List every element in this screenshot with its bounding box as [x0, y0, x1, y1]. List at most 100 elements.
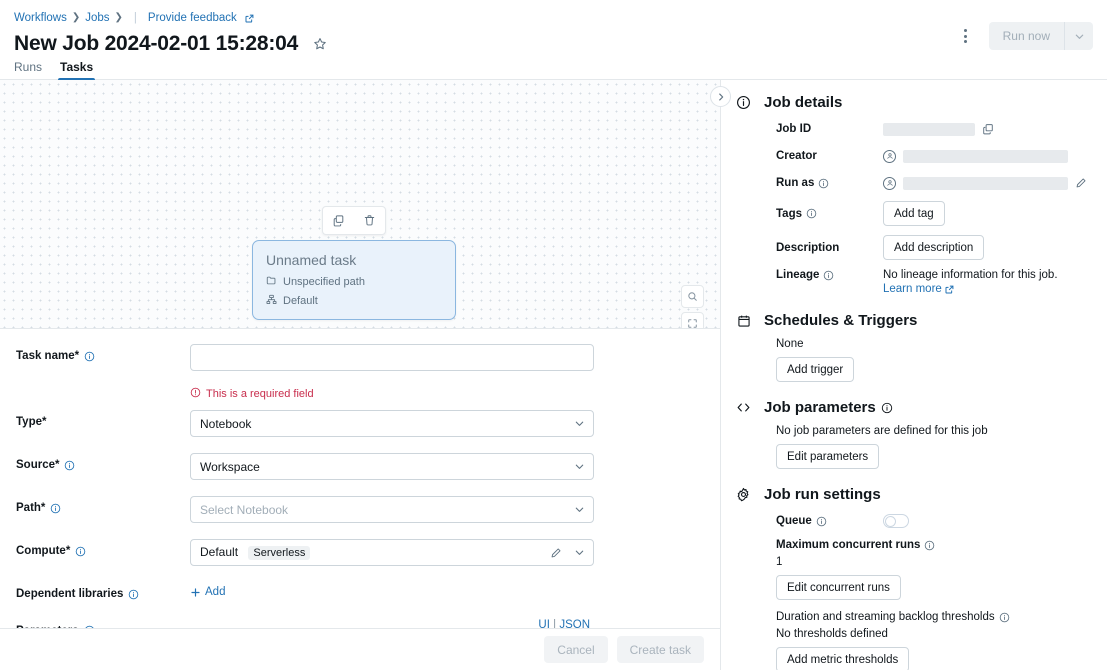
more-vertical-icon[interactable] [953, 23, 979, 49]
info-icon[interactable] [924, 540, 935, 551]
create-task-button[interactable]: Create task [616, 636, 704, 663]
compute-badge: Serverless [248, 546, 311, 561]
run-settings-title: Job run settings [764, 486, 881, 504]
type-label: Type* [16, 416, 47, 429]
compute-value: Default [200, 545, 239, 560]
tab-tasks[interactable]: Tasks [58, 60, 96, 81]
info-icon[interactable] [823, 270, 834, 281]
queue-value [883, 514, 1091, 529]
add-description-button[interactable]: Add description [883, 235, 985, 261]
info-icon[interactable] [881, 402, 893, 414]
trash-icon[interactable] [359, 210, 381, 232]
task-name-error-text: This is a required field [206, 388, 314, 401]
field-compute: Compute* Default Serverless [0, 539, 720, 567]
add-metric-thresholds-button[interactable]: Add metric thresholds [776, 647, 910, 670]
compute-select[interactable]: Default Serverless [190, 539, 594, 567]
breadcrumb-jobs[interactable]: Jobs [85, 12, 109, 24]
run-as-label: Run as [776, 177, 883, 189]
info-icon[interactable] [999, 612, 1010, 623]
edit-parameters-button[interactable]: Edit parameters [776, 444, 880, 470]
parameters-toggle-separator: | [553, 618, 557, 628]
task-form: Task name* This is a required field Type… [0, 329, 720, 628]
info-icon[interactable] [50, 503, 61, 514]
parameters-json-tab[interactable]: JSON [559, 619, 590, 628]
parameters-label: Parameters [16, 619, 190, 628]
section-job-details: Job details Job ID Creator Run as Tags A… [735, 94, 1091, 295]
parameters-view-toggle: UI | JSON [538, 619, 590, 628]
schedules-body: None Add trigger [735, 338, 1091, 383]
task-card-title: Unnamed task [266, 252, 357, 269]
schedules-title: Schedules & Triggers [764, 312, 918, 330]
info-icon[interactable] [816, 516, 827, 527]
job-parameters-body: No job parameters are defined for this j… [735, 425, 1091, 470]
source-select[interactable]: Workspace [190, 453, 594, 481]
path-placeholder: Select Notebook [200, 502, 289, 517]
info-icon[interactable] [84, 351, 95, 362]
cluster-icon [266, 294, 277, 308]
info-icon[interactable] [64, 460, 75, 471]
duplicate-icon[interactable] [328, 210, 350, 232]
external-link-icon [945, 285, 954, 294]
page-body: Unnamed task Unspecified path Default Ta… [0, 80, 1107, 670]
fit-screen-icon[interactable] [681, 312, 704, 329]
parameters-ui-tab[interactable]: UI [538, 619, 550, 628]
job-parameters-title: Job parameters [764, 399, 893, 416]
form-footer: Cancel Create task [0, 628, 720, 670]
row-job-id: Job ID [776, 120, 1091, 138]
type-select[interactable]: Notebook [190, 410, 594, 438]
run-now-chevron-down-icon[interactable] [1065, 22, 1093, 50]
add-dependent-library-button[interactable]: Add [190, 582, 225, 598]
add-trigger-button[interactable]: Add trigger [776, 357, 855, 383]
row-run-as: Run as [776, 174, 1091, 192]
lineage-label: Lineage [776, 269, 883, 281]
field-dependent-libraries: Dependent libraries Add [0, 582, 720, 603]
info-icon[interactable] [818, 178, 829, 189]
tab-runs[interactable]: Runs [14, 60, 42, 79]
user-avatar-icon [883, 176, 896, 190]
copy-icon[interactable] [982, 123, 994, 135]
dependent-libraries-control: Add [190, 582, 594, 603]
title-row: New Job 2024-02-01 15:28:04 [14, 29, 1093, 59]
task-editor-pane: Unnamed task Unspecified path Default Ta… [0, 80, 731, 670]
info-icon[interactable] [84, 625, 95, 628]
field-parameters: Parameters Add UI | JSON [0, 619, 720, 628]
queue-toggle[interactable] [883, 514, 909, 529]
add-tag-button[interactable]: Add tag [883, 201, 945, 227]
path-select[interactable]: Select Notebook [190, 496, 594, 524]
job-details-body: Job ID Creator Run as Tags Add tag Descr… [735, 120, 1091, 295]
row-lineage: Lineage No lineage information for this … [776, 269, 1091, 295]
block-thresholds: Duration and streaming backlog threshold… [776, 611, 1091, 670]
row-tags: Tags Add tag [776, 201, 1091, 227]
search-icon[interactable] [681, 285, 704, 309]
task-card[interactable]: Unnamed task Unspecified path Default [252, 240, 456, 321]
compute-control: Default Serverless [190, 539, 594, 567]
thresholds-value: No thresholds defined [776, 628, 888, 641]
panel-collapse-chevron-right-icon[interactable] [710, 86, 731, 108]
info-icon[interactable] [75, 546, 86, 557]
compute-label: Compute* [16, 539, 190, 557]
section-schedules-triggers: Schedules & Triggers None Add trigger [735, 312, 1091, 383]
cancel-button[interactable]: Cancel [544, 636, 608, 663]
task-name-input[interactable] [190, 344, 594, 372]
chevron-down-icon [574, 547, 585, 558]
breadcrumb-workflows[interactable]: Workflows [14, 12, 67, 24]
field-source: Source* Workspace [0, 453, 720, 481]
info-icon[interactable] [806, 208, 817, 219]
info-circle-icon [735, 95, 752, 110]
schedules-status: None [776, 338, 804, 351]
run-now-button[interactable]: Run now [989, 22, 1064, 50]
pencil-icon[interactable] [550, 547, 562, 559]
edit-concurrent-runs-button[interactable]: Edit concurrent runs [776, 575, 901, 601]
creator-redacted [903, 149, 1068, 163]
provide-feedback-link[interactable]: Provide feedback [148, 12, 237, 24]
task-graph-canvas[interactable]: Unnamed task Unspecified path Default [0, 80, 720, 330]
pencil-icon[interactable] [1075, 177, 1087, 189]
star-outline-icon[interactable] [310, 34, 330, 54]
lineage-learn-more-link[interactable]: Learn more [883, 283, 954, 295]
job-id-redacted [883, 122, 975, 136]
source-label: Source* [16, 453, 190, 471]
run-as-redacted [903, 176, 1068, 190]
task-card-toolbar [322, 206, 386, 236]
chevron-down-icon [574, 504, 585, 515]
info-icon[interactable] [128, 589, 139, 600]
